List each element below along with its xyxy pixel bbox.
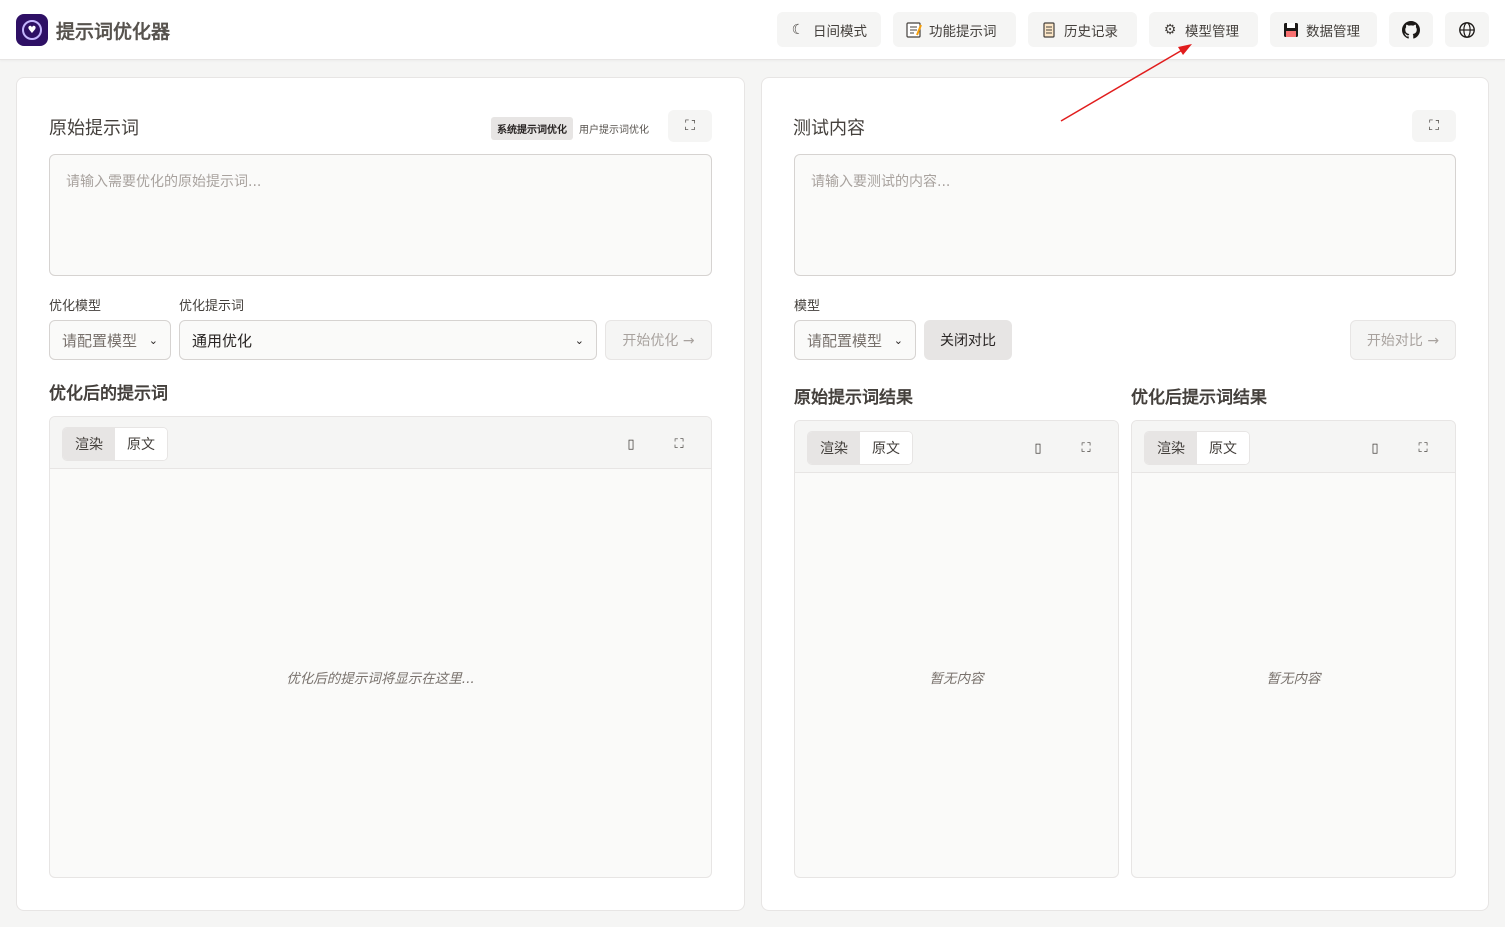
tab-render[interactable]: 渲染 xyxy=(1145,432,1197,464)
optimized-result-empty: 暂无内容 xyxy=(1266,671,1321,687)
expand-icon: ⛶ xyxy=(1418,440,1428,456)
chevron-down-icon: ⌄ xyxy=(893,333,903,347)
history-button[interactable]: 历史记录 xyxy=(1028,12,1137,47)
start-optimize-button[interactable]: 开始优化 → xyxy=(605,320,712,360)
test-model-select[interactable]: 请配置模型 ⌄ xyxy=(794,320,916,360)
heart-icon: ♥ xyxy=(22,20,42,40)
app-title: 提示词优化器 xyxy=(56,21,171,43)
clipboard-icon: ▯ xyxy=(1034,440,1042,456)
clipboard-icon: ▯ xyxy=(1371,440,1379,456)
top-header: ♥ 提示词优化器 ☾ 日间模式 功能提示词 历史记录 ⚙ 模型管理 数据管理 xyxy=(0,0,1505,60)
function-prompts-button[interactable]: 功能提示词 xyxy=(893,12,1016,47)
optimized-result-title: 优化后提示词结果 xyxy=(1131,388,1267,408)
fullscreen-button[interactable]: ⛶ xyxy=(660,427,698,461)
data-management-label: 数据管理 xyxy=(1306,23,1360,40)
github-button[interactable] xyxy=(1389,12,1433,47)
optimized-prompt-title: 优化后的提示词 xyxy=(49,384,168,404)
optimize-template-value: 通用优化 xyxy=(192,331,253,350)
optimize-model-label: 优化模型 xyxy=(49,299,102,314)
tab-render[interactable]: 渲染 xyxy=(808,432,860,464)
gear-icon: ⚙ xyxy=(1163,21,1177,38)
test-model-label: 模型 xyxy=(794,299,821,314)
tab-user-prompt[interactable]: 用户提示词优化 xyxy=(573,117,655,140)
optimized-prompt-panel: 渲染 原文 ▯ ⛶ 优化后的提示词将显示在这里... xyxy=(49,416,712,878)
start-compare-button[interactable]: 开始对比 → xyxy=(1350,320,1456,360)
expand-icon: ⛶ xyxy=(685,118,695,134)
model-management-label: 模型管理 xyxy=(1185,23,1239,40)
test-model-value: 请配置模型 xyxy=(807,331,883,350)
tab-raw[interactable]: 原文 xyxy=(115,428,167,460)
copy-button[interactable]: ▯ xyxy=(1019,431,1057,465)
original-result-empty: 暂无内容 xyxy=(929,671,984,687)
history-label: 历史记录 xyxy=(1064,23,1118,40)
test-content-placeholder: 请输入要测试的内容... xyxy=(811,174,951,190)
clipboard-icon: ▯ xyxy=(627,436,635,452)
chevron-down-icon: ⌄ xyxy=(148,333,158,347)
original-result-title: 原始提示词结果 xyxy=(794,388,913,408)
expand-test-input-button[interactable]: ⛶ xyxy=(1412,110,1456,142)
original-result-panel: 渲染 原文 ▯ ⛶ 暂无内容 xyxy=(794,420,1119,878)
model-management-button[interactable]: ⚙ 模型管理 xyxy=(1149,12,1258,47)
test-content-title: 测试内容 xyxy=(793,118,865,139)
original-prompt-placeholder: 请输入需要优化的原始提示词... xyxy=(66,174,262,190)
expand-icon: ⛶ xyxy=(1429,118,1439,134)
theme-toggle-button[interactable]: ☾ 日间模式 xyxy=(777,12,881,47)
view-tabs: 渲染 原文 xyxy=(807,431,913,465)
original-prompt-title: 原始提示词 xyxy=(49,118,139,139)
scroll-icon xyxy=(1040,21,1058,39)
expand-input-button[interactable]: ⛶ xyxy=(668,110,712,142)
expand-icon: ⛶ xyxy=(1081,440,1091,456)
tab-raw[interactable]: 原文 xyxy=(860,432,912,464)
header-nav: ☾ 日间模式 功能提示词 历史记录 ⚙ 模型管理 数据管理 xyxy=(777,12,1489,47)
data-management-button[interactable]: 数据管理 xyxy=(1270,12,1377,47)
chevron-down-icon: ⌄ xyxy=(574,333,584,347)
optimize-model-select[interactable]: 请配置模型 ⌄ xyxy=(49,320,171,360)
expand-icon: ⛶ xyxy=(674,436,684,452)
globe-icon xyxy=(1458,21,1476,39)
tab-render[interactable]: 渲染 xyxy=(63,428,115,460)
optimize-model-value: 请配置模型 xyxy=(62,331,138,350)
view-tabs: 渲染 原文 xyxy=(1144,431,1250,465)
fullscreen-button[interactable]: ⛶ xyxy=(1067,431,1105,465)
test-content-input[interactable]: 请输入要测试的内容... xyxy=(794,154,1456,276)
tab-raw[interactable]: 原文 xyxy=(1197,432,1249,464)
floppy-disk-icon xyxy=(1282,21,1300,39)
language-button[interactable] xyxy=(1445,12,1489,47)
function-prompts-label: 功能提示词 xyxy=(929,23,997,40)
view-tabs: 渲染 原文 xyxy=(62,427,168,461)
optimize-template-select[interactable]: 通用优化 ⌄ xyxy=(179,320,597,360)
moon-icon: ☾ xyxy=(791,21,805,38)
copy-button[interactable]: ▯ xyxy=(612,427,650,461)
toggle-compare-button[interactable]: 关闭对比 xyxy=(924,320,1012,360)
github-icon xyxy=(1402,20,1420,39)
optimized-result-panel: 渲染 原文 ▯ ⛶ 暂无内容 xyxy=(1131,420,1456,878)
memo-icon xyxy=(905,21,923,39)
original-prompt-input[interactable]: 请输入需要优化的原始提示词... xyxy=(49,154,712,276)
fullscreen-button[interactable]: ⛶ xyxy=(1404,431,1442,465)
app-logo: ♥ xyxy=(16,14,48,46)
optimization-mode-tabs: 系统提示词优化 用户提示词优化 xyxy=(491,117,655,140)
tab-system-prompt[interactable]: 系统提示词优化 xyxy=(491,117,573,140)
theme-toggle-label: 日间模式 xyxy=(813,23,867,40)
optimized-prompt-empty: 优化后的提示词将显示在这里... xyxy=(286,671,475,687)
optimize-template-label: 优化提示词 xyxy=(179,299,245,314)
copy-button[interactable]: ▯ xyxy=(1356,431,1394,465)
